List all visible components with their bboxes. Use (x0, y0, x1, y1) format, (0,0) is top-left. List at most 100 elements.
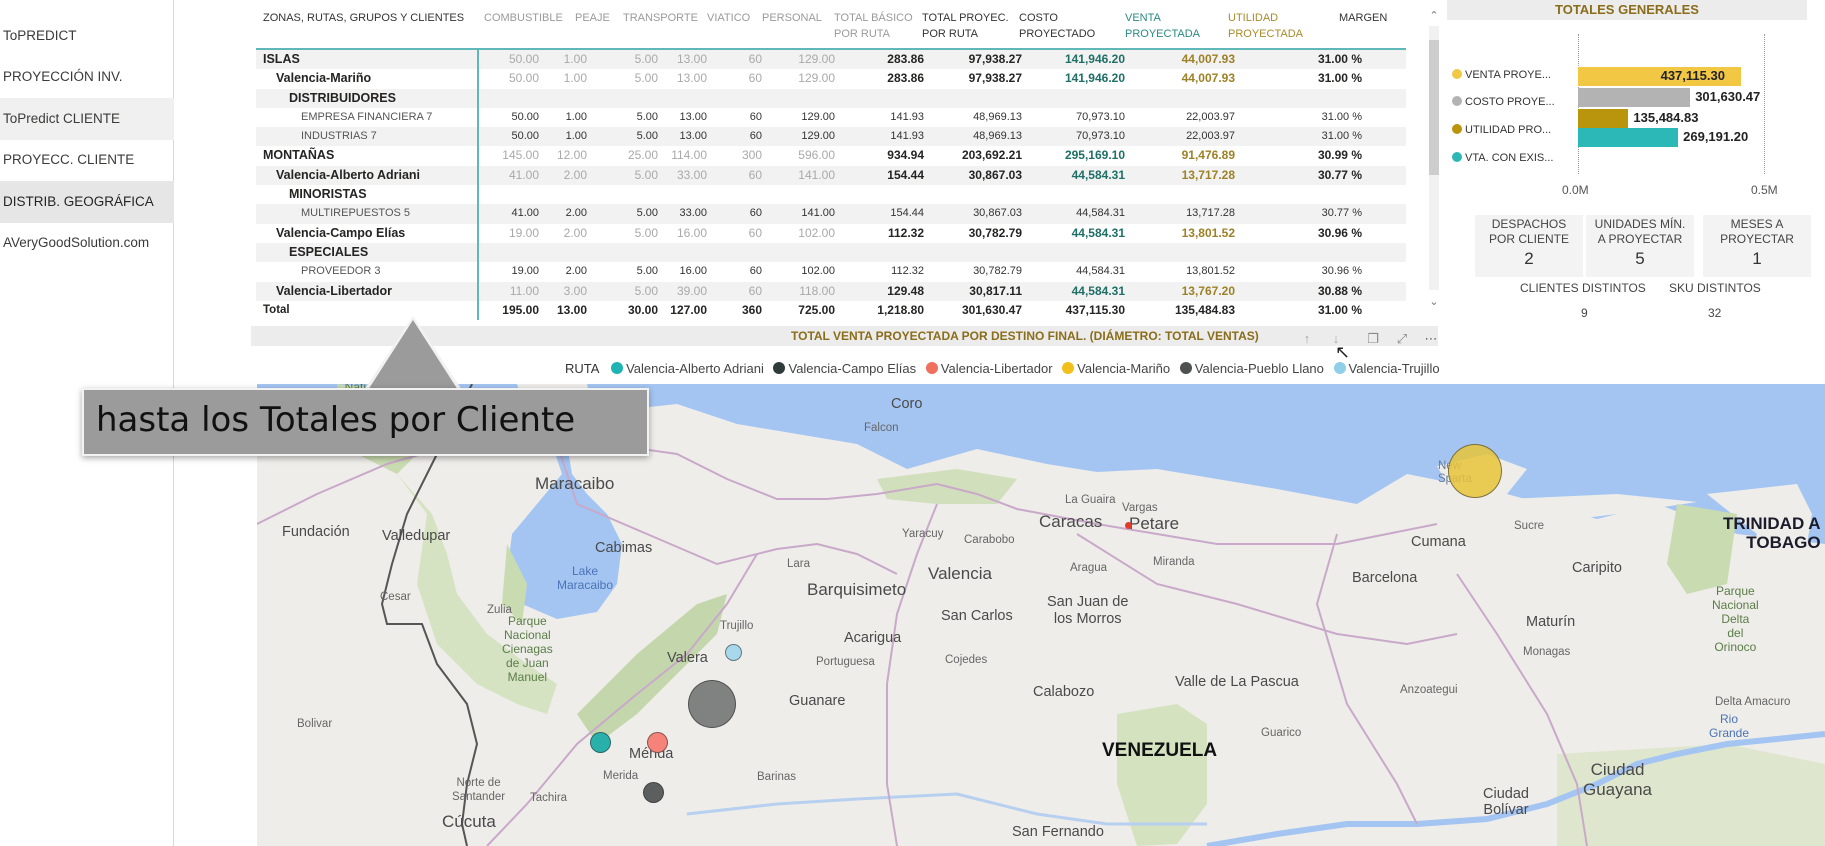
column-header-viatico[interactable]: VIATICO (707, 10, 750, 26)
legend-title: RUTA (565, 361, 600, 376)
bubble-valencia-trujillo[interactable] (725, 644, 742, 661)
table-row[interactable]: ESPECIALES (256, 242, 1406, 263)
cell-costo: 30,867.03 (968, 167, 1022, 182)
table-row[interactable]: EMPRESA FINANCIERA 7 50.00 1.00 5.00 13.00 60… (256, 108, 1406, 127)
legend-item-marino[interactable]: Valencia-Mariño (1062, 361, 1170, 376)
cell-costo: 301,630.47 (961, 302, 1022, 317)
table-row[interactable]: Valencia-Libertador 11.00 3.00 5.00 39.00 60 1… (256, 281, 1406, 301)
column-header-venta[interactable]: VENTA PROYECTADA (1125, 10, 1200, 42)
map-label-cojedes: Cojedes (945, 654, 988, 666)
table-row[interactable]: MONTAÑAS 145.00 12.00 25.00 114.00 300 596.00 9… (256, 146, 1406, 165)
table-row[interactable]: Valencia-Mariño 50.00 1.00 5.00 13.00 60 129.0… (256, 69, 1406, 88)
road (1076, 533, 1458, 646)
cell-combustible: 50.00 (511, 110, 539, 123)
legend-item-utilidad[interactable]: UTILIDAD PRO... (1452, 124, 1551, 136)
bubble-valencia-marino[interactable] (1448, 444, 1502, 498)
column-header-name[interactable]: ZONAS, RUTAS, GRUPOS Y CLIENTES (263, 10, 464, 26)
map-label-acarigua: Acarigua (844, 630, 902, 646)
map-label-lara: Lara (787, 558, 811, 570)
table-row[interactable]: Valencia-Alberto Adriani 41.00 2.00 5.00 33.… (256, 165, 1406, 186)
column-header-utilidad[interactable]: UTILIDAD PROYECTADA (1228, 10, 1303, 42)
map-label-rio-grande: Rio Grande (1709, 712, 1750, 740)
nav-item-topredict[interactable]: ToPREDICT (0, 15, 174, 57)
legend-label: Valencia-Libertador (940, 361, 1053, 376)
map-label-la-guaira: La Guaira (1065, 494, 1116, 506)
nav-item-proyecc-cliente[interactable]: PROYECC. CLIENTE (0, 139, 174, 181)
column-header-total-proyec[interactable]: TOTAL PROYEC. POR RUTA (922, 10, 1009, 42)
cell-personal: 60 (748, 71, 762, 86)
legend-item-alberto-adriani[interactable]: Valencia-Alberto Adriani (611, 361, 764, 376)
map-label-delta-amacuro: Delta Amacuro (1715, 696, 1791, 708)
legend-item-venta[interactable]: VENTA PROYE... (1452, 69, 1551, 81)
bar-data-label: 269,191.20 (1683, 129, 1749, 144)
bar-costo-proyectado[interactable] (1578, 88, 1691, 107)
cell-utilidad: 13,801.52 (1186, 265, 1235, 278)
table-row[interactable]: Valencia-Campo Elías 19.00 2.00 5.00 16.00 60… (256, 224, 1406, 243)
column-header-peaje[interactable]: PEAJE (575, 10, 610, 26)
column-header-total-basico[interactable]: TOTAL BÁSICO POR RUTA (834, 10, 913, 42)
cell-total-proyec: 934.94 (887, 148, 924, 163)
matrix-scrollbar[interactable]: ⌃ ⌄ (1428, 8, 1440, 308)
legend-item-campo-elias[interactable]: Valencia-Campo Elías (773, 361, 916, 376)
row-label: Total (263, 303, 290, 316)
cell-viatico: 127.00 (670, 302, 707, 317)
map-label-trujillo: Trujillo (720, 620, 754, 632)
cell-total-basico: 129.00 (798, 52, 835, 66)
map-label-ciudad-bolivar: Ciudad Bolívar (1483, 786, 1529, 818)
cell-viatico: 13.00 (679, 130, 707, 143)
map-label-calabozo: Calabozo (1033, 684, 1095, 700)
nav-item-proyeccion-inv[interactable]: PROYECCIÓN INV. (0, 56, 174, 98)
bubble-valencia-pueblo-llano[interactable] (688, 680, 736, 728)
legend-item-libertador[interactable]: Valencia-Libertador (925, 361, 1053, 376)
arrow-up-icon[interactable]: ↑ (1298, 331, 1316, 347)
sku-distintos-value: 32 (1708, 306, 1722, 320)
table-row[interactable]: ISLAS 50.00 1.00 5.00 13.00 60 129.00 283.86 97,… (256, 50, 1406, 70)
row-label: Valencia-Alberto Adriani (276, 167, 421, 182)
table-row[interactable]: PROVEEDOR 3 19.00 2.00 5.00 16.00 60 102.00 112… (256, 262, 1406, 281)
nav-item-averygoodsolution[interactable]: AVeryGoodSolution.com (0, 222, 174, 264)
table-row[interactable]: DISTRIBUIDORES (256, 88, 1406, 108)
row-label: Valencia-Libertador (276, 283, 393, 298)
legend-item-vta-existencia[interactable]: VTA. CON EXIS... (1452, 152, 1553, 164)
map-label-cucuta: Cúcuta (442, 812, 496, 831)
column-header-transporte[interactable]: TRANSPORTE (623, 10, 698, 26)
bar-utilidad-proyectada[interactable] (1578, 109, 1629, 128)
cell-total-basico: 141.00 (798, 167, 835, 182)
column-header-combustible[interactable]: COMBUSTIBLE (484, 10, 563, 26)
kpi-title: MESES A PROYECTAR (1720, 217, 1794, 246)
nav-item-distrib-geografica[interactable]: DISTRIB. GEOGRÁFICA (0, 181, 174, 223)
bubble-valencia-alberto-adriani[interactable] (590, 732, 611, 753)
scroll-up-icon[interactable]: ⌃ (1428, 10, 1440, 22)
column-header-costo[interactable]: COSTO PROYECTADO (1019, 10, 1095, 42)
legend-label: COSTO PROYE... (1465, 96, 1555, 108)
legend-label: Valencia-Trujillo (1348, 361, 1440, 376)
gridline-500k (1764, 34, 1765, 174)
focus-mode-icon[interactable]: ⤢ (1393, 331, 1411, 347)
bar-vta-con-existencia[interactable] (1578, 128, 1679, 147)
map-label-monagas: Monagas (1523, 646, 1571, 658)
table-row[interactable]: INDUSTRIAS 7 50.00 1.00 5.00 13.00 60 129.00 14… (256, 127, 1406, 147)
copy-icon[interactable]: ❐ (1364, 331, 1382, 347)
cell-utilidad: 22,003.97 (1186, 110, 1235, 123)
map-label-san-fernando: San Fernando (1012, 824, 1104, 840)
table-row[interactable]: MINORISTAS (256, 185, 1406, 204)
legend-dot-icon (773, 362, 786, 374)
cell-venta: 141,946.20 (1064, 71, 1125, 86)
legend-dot-icon (1452, 69, 1462, 79)
cell-venta: 437,115.30 (1065, 302, 1125, 317)
nav-item-topredict-cliente[interactable]: ToPredict CLIENTE (0, 98, 174, 140)
legend-item-pueblo-llano[interactable]: Valencia-Pueblo Llano (1179, 361, 1324, 376)
cell-total-basico: 102.00 (798, 225, 835, 240)
legend-item-trujillo[interactable]: Valencia-Trujillo (1333, 361, 1440, 376)
scroll-down-icon[interactable]: ⌄ (1428, 296, 1440, 308)
column-header-margen[interactable]: MARGEN (1339, 10, 1387, 26)
legend-item-costo[interactable]: COSTO PROYE... (1452, 96, 1555, 108)
more-options-icon[interactable]: ⋯ (1422, 331, 1440, 347)
bubble-valencia-libertador[interactable] (647, 732, 668, 753)
column-header-personal[interactable]: PERSONAL (762, 10, 822, 26)
cell-combustible: 50.00 (508, 52, 539, 66)
bubble-valencia-campo-elias[interactable] (643, 782, 664, 803)
map-label-maracaibo: Maracaibo (535, 474, 615, 493)
table-row[interactable]: MULTIREPUESTOS 5 41.00 2.00 5.00 33.00 60 141.… (256, 204, 1406, 224)
scroll-thumb[interactable] (1429, 40, 1439, 175)
